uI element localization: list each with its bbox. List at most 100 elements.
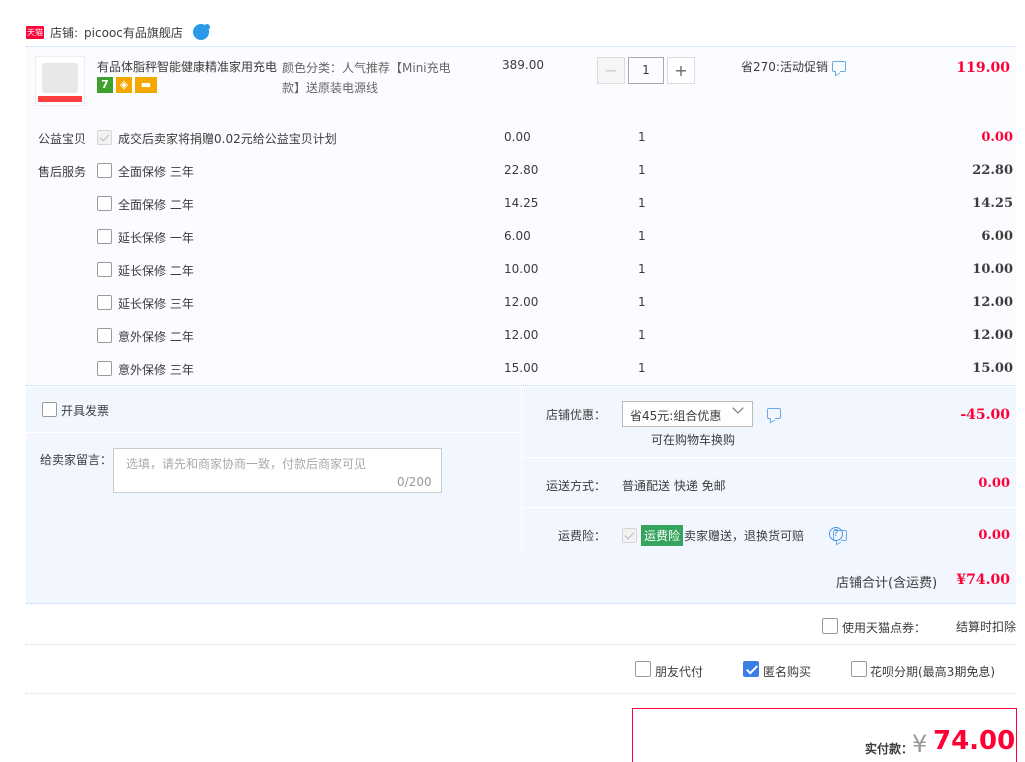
item-total: 119.00 [956,60,1010,76]
message-counter: 0/200 [397,475,432,489]
promo-info: 省270:活动促销 [741,58,846,75]
service-quantity: 1 [638,163,646,177]
service-category-label: 售后服务 [38,165,87,179]
service-checkbox[interactable] [97,262,112,277]
service-row: 意外保修 三年 15.00 1 15.00 [26,353,1016,386]
store-name-link[interactable]: picooc有品旗舰店 [84,24,183,41]
coupon-comment-icon[interactable] [767,408,781,419]
service-checkbox[interactable] [97,328,112,343]
insurance-checkbox [622,528,637,543]
service-price: 6.00 [504,229,531,243]
coupon-label: 店铺优惠： [546,408,607,422]
insurance-description: 卖家赠送，退换货可赔 [684,529,805,543]
wangwang-chat-icon[interactable] [192,24,210,40]
service-name: 全面保修 三年 [118,165,194,179]
huabei-checkbox[interactable] [851,661,867,677]
message-placeholder: 选填，请先和商家协商一致，付款后商家可见 [126,457,367,471]
huabei-label: 花呗分期(最高3期免息) [870,665,995,679]
service-name: 延长保修 二年 [118,264,194,278]
service-checkbox[interactable] [97,295,112,310]
service-quantity: 1 [638,361,646,375]
invoice-label: 开具发票 [61,404,110,418]
service-name: 意外保修 三年 [118,363,194,377]
product-thumbnail[interactable] [35,56,85,106]
service-checkbox [97,130,112,145]
coupon-hint: 可在购物车换购 [651,433,736,447]
service-checkbox[interactable] [97,196,112,211]
subtotal-value: ¥74.00 [956,572,1010,588]
service-quantity: 1 [638,328,646,342]
service-price: 12.00 [504,328,539,342]
coupon-selected-value: 省45元:组合优惠 [630,409,722,423]
service-total: 0.00 [981,130,1013,145]
product-title-link[interactable]: 有品体脂秤智能健康精准家用充电 [97,58,277,75]
tmall-logo-icon: 天猫 [26,25,44,39]
decrease-button[interactable]: − [597,57,625,84]
service-price: 12.00 [504,295,539,309]
anonymous-label: 匿名购买 [763,665,812,679]
payment-amount: 74.00 [933,726,1016,756]
service-total: 14.25 [972,196,1013,211]
service-price: 14.25 [504,196,539,210]
seven-day-return-icon[interactable]: 7 [97,77,113,93]
service-name: 成交后卖家将捐赠0.02元给公益宝贝计划 [118,132,337,146]
increase-button[interactable]: + [667,57,695,84]
service-total: 10.00 [972,262,1013,277]
friend-pay-label: 朋友代付 [655,665,704,679]
comment-icon[interactable] [831,61,846,72]
service-checkbox[interactable] [97,361,112,376]
service-price: 15.00 [504,361,539,375]
service-total: 12.00 [972,328,1013,343]
service-name: 意外保修 二年 [118,330,194,344]
insurance-total: 0.00 [978,528,1010,543]
service-checkbox[interactable] [97,163,112,178]
guarantee-icon[interactable]: ◈ [116,77,132,93]
quantity-input[interactable]: 1 [628,57,664,84]
points-note: 结算时扣除 [956,620,1017,634]
friend-pay-checkbox[interactable] [635,661,651,677]
divider [26,644,1016,645]
service-name: 延长保修 三年 [118,297,194,311]
tmall-points-checkbox[interactable] [822,618,838,634]
anonymous-checkbox[interactable] [743,661,759,677]
currency-symbol: ¥ [912,730,928,758]
quantity-stepper: − 1 + [597,57,695,84]
service-total: 15.00 [972,361,1013,376]
unit-price: 389.00 [502,58,544,72]
service-price: 22.80 [504,163,539,177]
service-row: 延长保修 一年 6.00 1 6.00 [26,221,1016,254]
service-quantity: 1 [638,196,646,210]
service-row: 售后服务 全面保修 三年 22.80 1 22.80 [26,155,1016,188]
tmall-points-label: 使用天猫点券： [842,621,927,635]
credit-card-icon[interactable]: ▬ [135,77,157,93]
service-row: 全面保修 二年 14.25 1 14.25 [26,188,1016,221]
shipping-total: 0.00 [978,476,1010,491]
service-row: 意外保修 二年 12.00 1 12.00 [26,320,1016,353]
divider [26,693,1016,694]
service-price: 0.00 [504,130,531,144]
message-label: 给卖家留言： [40,453,113,467]
shipping-value: 普通配送 快递 免邮 [622,479,726,493]
service-row: 公益宝贝 成交后卖家将捐赠0.02元给公益宝贝计划 0.00 1 0.00 [26,122,1016,155]
help-icon[interactable]: ? [829,527,843,541]
service-quantity: 1 [638,229,646,243]
service-row: 延长保修 二年 10.00 1 10.00 [26,254,1016,287]
service-quantity: 1 [638,295,646,309]
store-label: 店铺: [50,25,79,40]
service-price: 10.00 [504,262,539,276]
insurance-label: 运费险： [558,529,607,543]
service-category-label: 公益宝贝 [38,132,87,146]
service-quantity: 1 [638,262,646,276]
service-name: 全面保修 二年 [118,198,194,212]
promo-text: 省270:活动促销 [741,60,828,74]
service-quantity: 1 [638,130,646,144]
product-badges: 7 ◈ ▬ [97,77,157,93]
store-header: 天猫 店铺: picooc有品旗舰店 [26,22,210,42]
service-total: 22.80 [972,163,1013,178]
service-total: 12.00 [972,295,1013,310]
insurance-tag: 运费险 [641,525,684,546]
invoice-checkbox[interactable] [42,402,57,417]
service-checkbox[interactable] [97,229,112,244]
coupon-total: -45.00 [960,407,1010,423]
subtotal-label: 店铺合计(含运费) [836,576,938,591]
